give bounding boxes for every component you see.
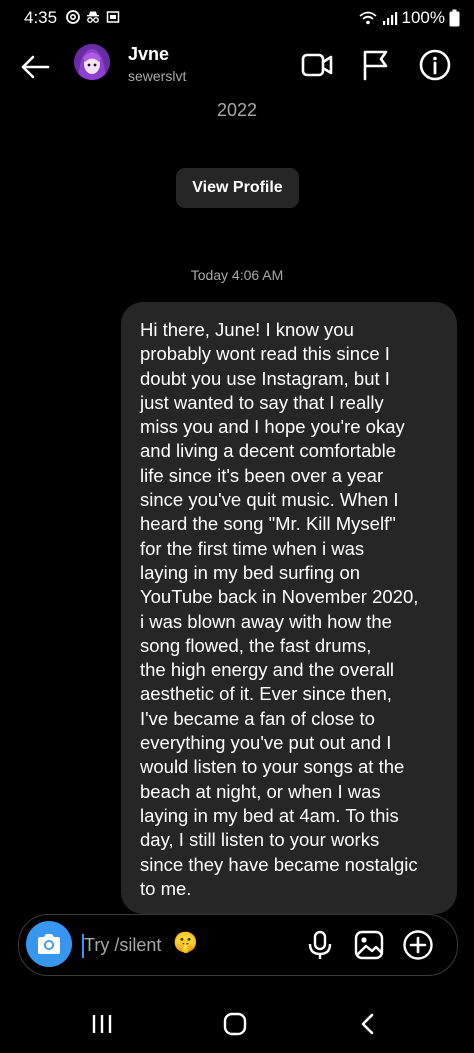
message-timestamp: Today 4:06 AM [190,267,284,283]
avatar[interactable] [74,44,110,80]
camera-icon [38,934,60,954]
info-icon[interactable] [418,48,452,82]
battery-level: 100% [401,8,445,27]
microphone-icon[interactable] [304,929,336,961]
message-text: Hi there, June! I know you probably wont… [140,319,419,899]
battery-icon [449,9,460,27]
camera-button[interactable] [26,921,72,967]
back-icon[interactable] [354,1010,382,1038]
back-arrow-icon[interactable] [18,50,52,84]
year-label: 2022 [216,100,258,120]
flag-icon[interactable] [358,48,392,82]
gallery-icon [106,11,120,23]
message-bubble[interactable]: Hi there, June! I know you probably wont… [121,302,457,914]
home-icon[interactable] [221,1010,249,1038]
wifi-icon [358,11,377,25]
contact-name[interactable]: Jvne [128,44,169,65]
shush-emoji: 🤫 [173,932,198,954]
signal-icon [382,12,397,25]
video-call-icon[interactable] [300,48,334,82]
contact-username[interactable]: sewerslvt [128,68,186,84]
view-profile-button[interactable]: View Profile [176,168,299,208]
plus-circle-icon[interactable] [402,929,434,961]
status-right: 100% [358,8,460,28]
status-time: 4:35 [24,8,58,27]
incognito-icon [87,11,99,23]
threads-icon [66,10,80,24]
image-icon[interactable] [353,929,385,961]
recents-icon[interactable] [88,1010,116,1038]
